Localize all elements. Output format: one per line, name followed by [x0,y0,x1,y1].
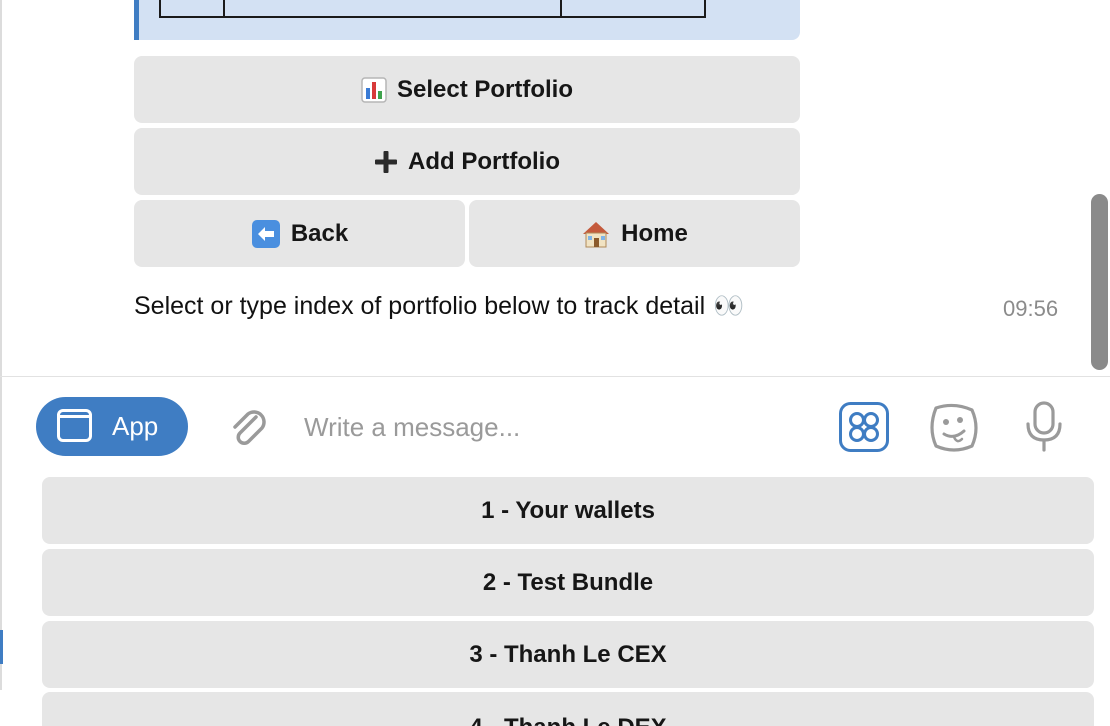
table-message [134,0,800,40]
table-column-divider [560,0,562,16]
home-button[interactable]: Home [469,200,800,267]
back-label: Back [290,219,349,247]
bot-message-text: Select or type index of portfolio below … [134,292,706,320]
portfolio-option-label: 4 - Thanh Le DEX [469,714,666,726]
portfolio-option-3[interactable]: 3 - Thanh Le CEX [42,621,1094,688]
microphone-icon[interactable] [1022,400,1066,459]
plus-icon [374,150,398,174]
portfolio-option-label: 3 - Thanh Le CEX [469,640,667,668]
paperclip-icon[interactable] [226,403,270,456]
back-arrow-icon [251,219,281,249]
sticker-icon[interactable] [926,400,982,461]
window-edge-accent [0,630,3,664]
app-button-label: App [112,411,159,441]
portfolio-option-4[interactable]: 4 - Thanh Le DEX [42,692,1094,726]
table-column-divider [223,0,225,16]
select-portfolio-button[interactable]: Select Portfolio [134,56,800,123]
grid-icon[interactable] [839,402,889,457]
chat-scrollbar[interactable] [1091,194,1108,370]
portfolio-option-label: 2 - Test Bundle [482,568,654,596]
house-icon [581,219,611,249]
chat-window: Select Portfolio Add Portfolio Back Home… [0,0,1110,726]
home-label: Home [621,219,688,247]
table-grid [159,0,706,18]
eyes-emoji: 👀 [713,292,745,320]
window-icon [57,409,92,442]
portfolio-option-label: 1 - Your wallets [481,496,655,524]
portfolio-option-1[interactable]: 1 - Your wallets [42,477,1094,544]
add-portfolio-label: Add Portfolio [408,147,560,175]
message-input[interactable] [304,404,814,450]
add-portfolio-button[interactable]: Add Portfolio [134,128,800,195]
window-edge [0,0,2,690]
back-button[interactable]: Back [134,200,465,267]
bar-chart-icon [361,76,387,103]
message-timestamp: 09:56 [1003,296,1059,321]
composer-divider [0,376,1110,377]
select-portfolio-label: Select Portfolio [396,75,574,103]
portfolio-option-2[interactable]: 2 - Test Bundle [42,549,1094,616]
app-button[interactable]: App [36,397,188,456]
bot-message: Select or type index of portfolio below … [134,292,744,321]
